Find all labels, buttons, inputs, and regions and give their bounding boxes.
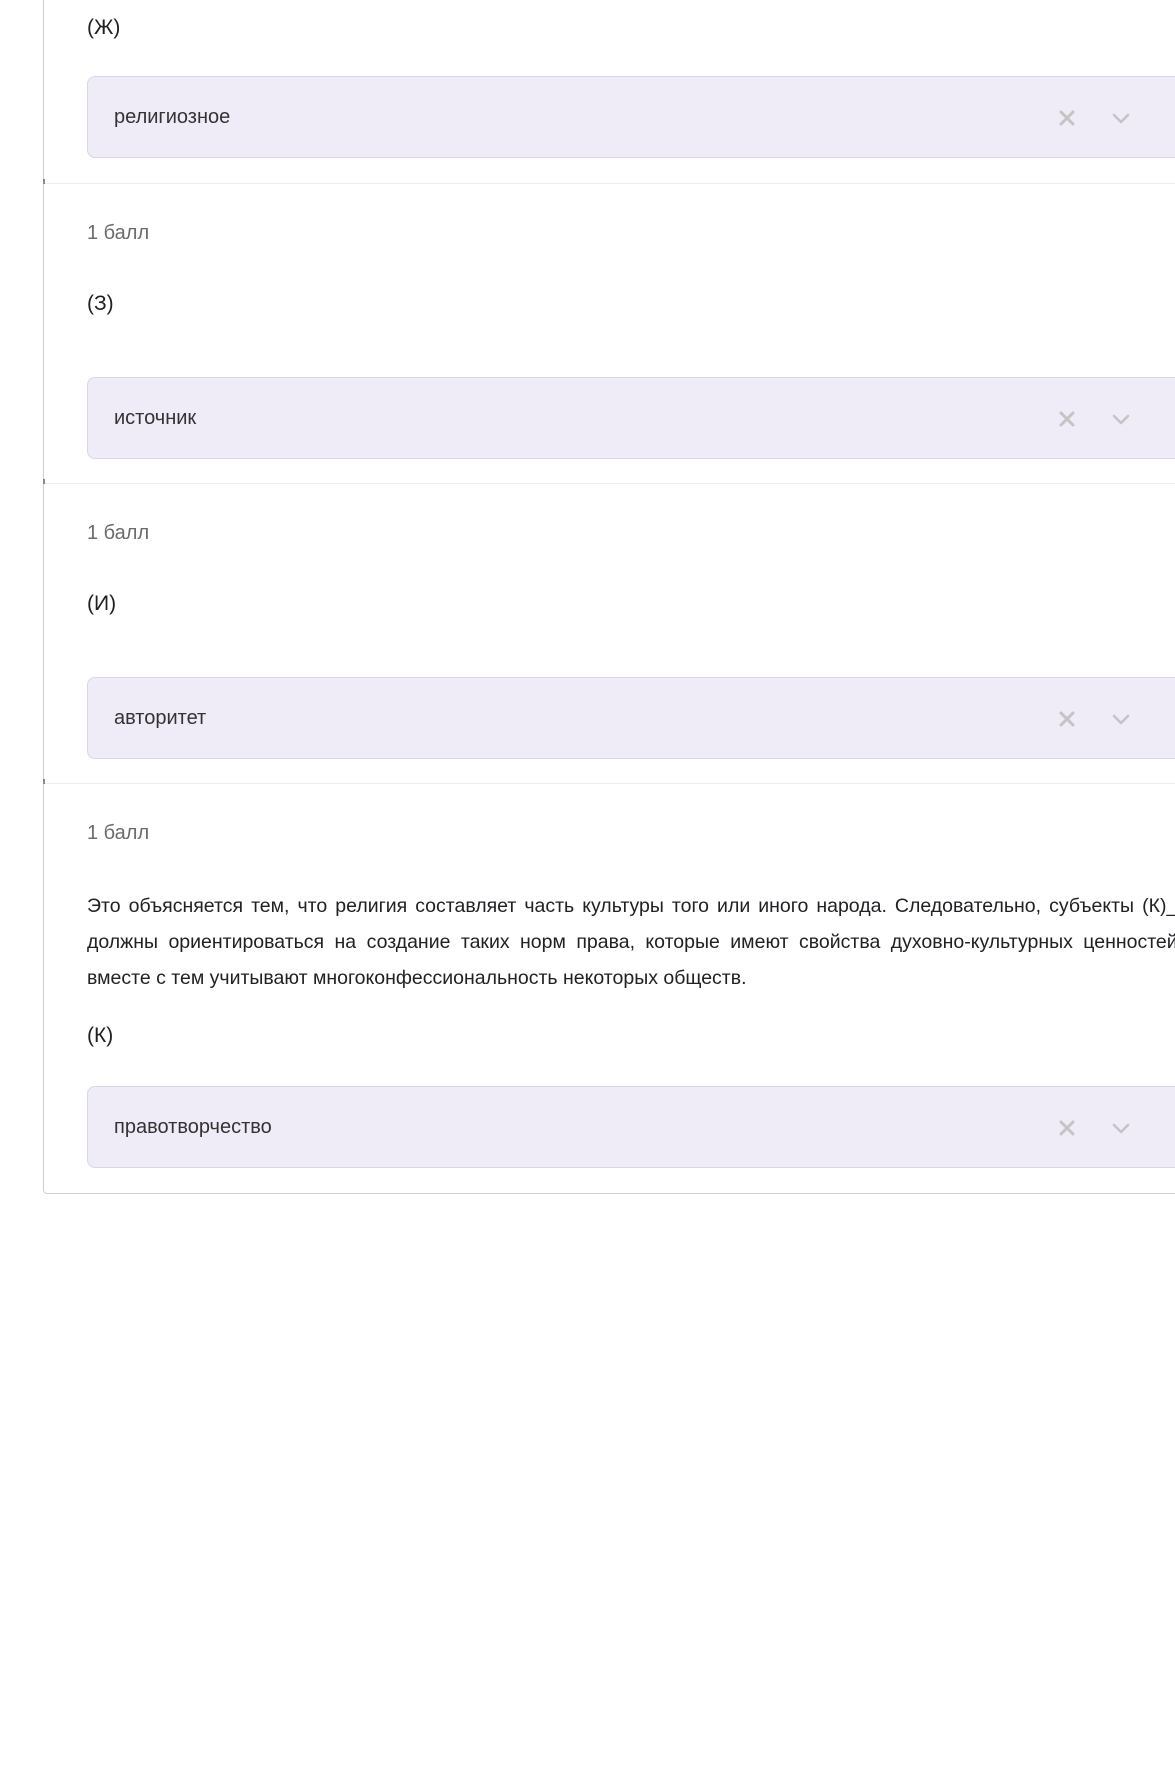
answer-select-value: авторитет bbox=[114, 707, 207, 729]
question-label: (З) bbox=[87, 292, 114, 315]
close-icon[interactable] bbox=[1055, 106, 1079, 130]
answer-select[interactable]: религиозное bbox=[87, 76, 1175, 158]
answer-select-value: религиозное bbox=[114, 106, 231, 128]
question-i: 1 балл (И) авторитет bbox=[43, 479, 1175, 784]
question-z: 1 балл (З) источник bbox=[43, 179, 1175, 484]
close-icon[interactable] bbox=[1055, 1116, 1079, 1140]
form-card: (Ж) религиозное 1 балл (З) источник 1 ба… bbox=[43, 0, 1175, 1194]
points-label: 1 балл bbox=[87, 822, 150, 844]
points-label: 1 балл bbox=[87, 222, 150, 244]
question-label: (И) bbox=[87, 592, 117, 615]
close-icon[interactable] bbox=[1055, 407, 1079, 431]
chevron-down-icon[interactable] bbox=[1109, 1116, 1133, 1140]
answer-select[interactable]: авторитет bbox=[87, 677, 1175, 759]
chevron-down-icon[interactable] bbox=[1109, 707, 1133, 731]
question-description: Это объясняется тем, что религия составл… bbox=[87, 895, 1175, 989]
question-label: (Ж) bbox=[87, 16, 121, 39]
chevron-down-icon[interactable] bbox=[1109, 407, 1133, 431]
question-label: (К) bbox=[87, 1024, 114, 1047]
answer-select-value: правотворчество bbox=[114, 1116, 272, 1138]
answer-select-value: источник bbox=[114, 407, 197, 429]
question-k: 1 балл Это объясняется тем, что религия … bbox=[43, 779, 1175, 1194]
points-label: 1 балл bbox=[87, 522, 150, 544]
question-zh: (Ж) религиозное bbox=[44, 0, 1175, 183]
close-icon[interactable] bbox=[1055, 707, 1079, 731]
answer-select[interactable]: источник bbox=[87, 377, 1175, 459]
answer-select[interactable]: правотворчество bbox=[87, 1086, 1175, 1168]
chevron-down-icon[interactable] bbox=[1109, 106, 1133, 130]
